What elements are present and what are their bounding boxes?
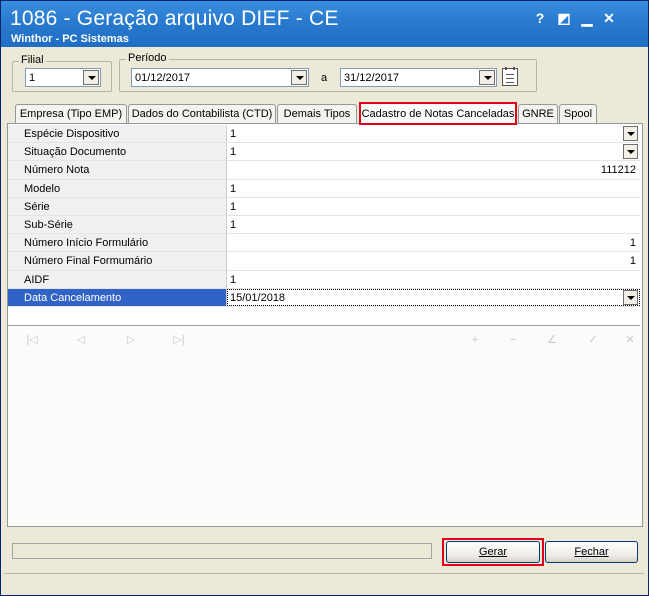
filial-select[interactable]: 1 <box>25 68 101 87</box>
table-row[interactable]: Número Nota 111212 <box>8 161 640 180</box>
row-value-text: 15/01/2018 <box>230 291 286 304</box>
row-value[interactable]: 1 <box>227 143 640 160</box>
edit-record-icon[interactable]: ∠ <box>545 333 559 347</box>
row-label: Número Início Formulário <box>8 234 227 252</box>
record-navigator: |◁ ◁ ▷ ▷| + − ∠ ✓ ✕ <box>8 328 640 352</box>
maximize-icon[interactable]: ◩ <box>556 10 572 26</box>
periodo-separator: a <box>321 72 328 84</box>
calendar-icon[interactable] <box>502 67 518 86</box>
tab-contabilista[interactable]: Dados do Contabilista (CTD) <box>128 104 276 124</box>
chevron-down-icon[interactable] <box>623 144 638 160</box>
row-label: Número Final Formumário <box>8 252 227 270</box>
prev-record-icon[interactable]: ◁ <box>74 333 88 347</box>
periodo-start-value: 01/12/2017 <box>135 71 191 84</box>
notes-grid: Espécie Dispositivo 1 Situação Documento… <box>8 125 640 326</box>
table-row[interactable]: Número Final Formumário 1 <box>8 252 640 271</box>
fechar-button[interactable]: Fechar <box>545 541 638 563</box>
row-label: Série <box>8 197 227 215</box>
tab-notas-canceladas[interactable]: Cadastro de Notas Canceladas <box>359 102 517 125</box>
row-label: Sub-Série <box>8 215 227 234</box>
periodo-label: Período <box>126 52 169 64</box>
row-value[interactable]: 1 <box>227 234 640 251</box>
table-row-empty <box>8 306 640 325</box>
tab-spool[interactable]: Spool <box>559 104 597 124</box>
row-label-empty <box>8 306 227 325</box>
post-record-icon[interactable]: ✓ <box>586 333 600 347</box>
chevron-down-icon[interactable] <box>83 70 99 85</box>
window-title: 1086 - Geração arquivo DIEF - CE <box>10 7 339 30</box>
row-label: Situação Documento <box>8 143 227 161</box>
table-row[interactable]: AIDF 1 <box>8 270 640 289</box>
main-window: 1086 - Geração arquivo DIEF - CE Winthor… <box>0 0 649 596</box>
periodo-end-date[interactable]: 31/12/2017 <box>340 68 497 87</box>
tab-notas-canceladas-label: Cadastro de Notas Canceladas <box>361 108 515 120</box>
first-record-icon[interactable]: |◁ <box>25 333 39 347</box>
row-value[interactable]: 1 <box>227 125 640 142</box>
next-record-icon[interactable]: ▷ <box>124 333 138 347</box>
tab-gnre[interactable]: GNRE <box>518 104 558 124</box>
progress-field <box>12 543 432 559</box>
filial-value: 1 <box>29 71 36 84</box>
gerar-button-label: Gerar <box>478 546 508 558</box>
table-row[interactable]: Situação Documento 1 <box>8 143 640 162</box>
row-value[interactable]: 1 <box>227 252 640 269</box>
tab-empresa[interactable]: Empresa (Tipo EMP) <box>15 104 127 124</box>
chevron-down-icon[interactable] <box>623 289 638 305</box>
table-row[interactable]: Espécie Dispositivo 1 <box>8 125 640 144</box>
periodo-start-date[interactable]: 01/12/2017 <box>131 68 309 87</box>
filial-group: Filial 1 <box>12 54 112 92</box>
periodo-group: Período 01/12/2017 a 31/12/2017 <box>119 52 537 92</box>
chevron-down-icon[interactable] <box>479 70 495 85</box>
row-label: AIDF <box>8 270 227 288</box>
row-value[interactable]: 1 <box>227 216 640 233</box>
table-row[interactable]: Modelo 1 <box>8 179 640 198</box>
insert-record-icon[interactable]: + <box>468 333 482 347</box>
cancel-record-icon[interactable]: ✕ <box>623 333 637 347</box>
row-label: Data Cancelamento <box>8 288 227 306</box>
table-row-selected[interactable]: Data Cancelamento 15/01/2018 <box>8 288 640 307</box>
fechar-button-label: Fechar <box>574 546 609 558</box>
tab-demais-tipos[interactable]: Demais Tipos <box>277 104 357 124</box>
filial-label: Filial <box>19 54 46 66</box>
row-label: Número Nota <box>8 161 227 179</box>
help-icon[interactable]: ? <box>532 10 548 26</box>
row-value-empty <box>227 307 640 325</box>
chevron-down-icon[interactable] <box>623 126 638 141</box>
row-value-text: 1 <box>230 128 237 140</box>
periodo-end-value: 31/12/2017 <box>344 71 400 84</box>
row-label: Espécie Dispositivo <box>8 125 227 143</box>
row-value[interactable]: 15/01/2018 <box>227 288 640 306</box>
chevron-down-icon[interactable] <box>291 70 307 85</box>
row-value[interactable]: 1 <box>227 180 640 197</box>
tab-panel: Espécie Dispositivo 1 Situação Documento… <box>7 123 643 527</box>
table-row[interactable]: Série 1 <box>8 197 640 216</box>
row-value[interactable]: 1 <box>227 271 640 288</box>
close-icon[interactable]: ✕ <box>601 10 617 26</box>
title-bar[interactable]: 1086 - Geração arquivo DIEF - CE Winthor… <box>1 1 648 47</box>
minimize-icon[interactable]: ▁ <box>579 10 595 26</box>
last-record-icon[interactable]: ▷| <box>172 333 186 347</box>
row-value[interactable]: 111212 <box>227 161 640 178</box>
status-bar <box>4 573 644 591</box>
table-row[interactable]: Sub-Série 1 <box>8 215 640 235</box>
row-label: Modelo <box>8 179 227 197</box>
delete-record-icon[interactable]: − <box>506 333 520 347</box>
window-subtitle: Winthor - PC Sistemas <box>11 33 129 45</box>
gerar-button[interactable]: Gerar <box>446 541 540 563</box>
row-value[interactable]: 1 <box>227 198 640 215</box>
table-row[interactable]: Número Início Formulário 1 <box>8 234 640 253</box>
row-value-text: 1 <box>230 146 237 159</box>
